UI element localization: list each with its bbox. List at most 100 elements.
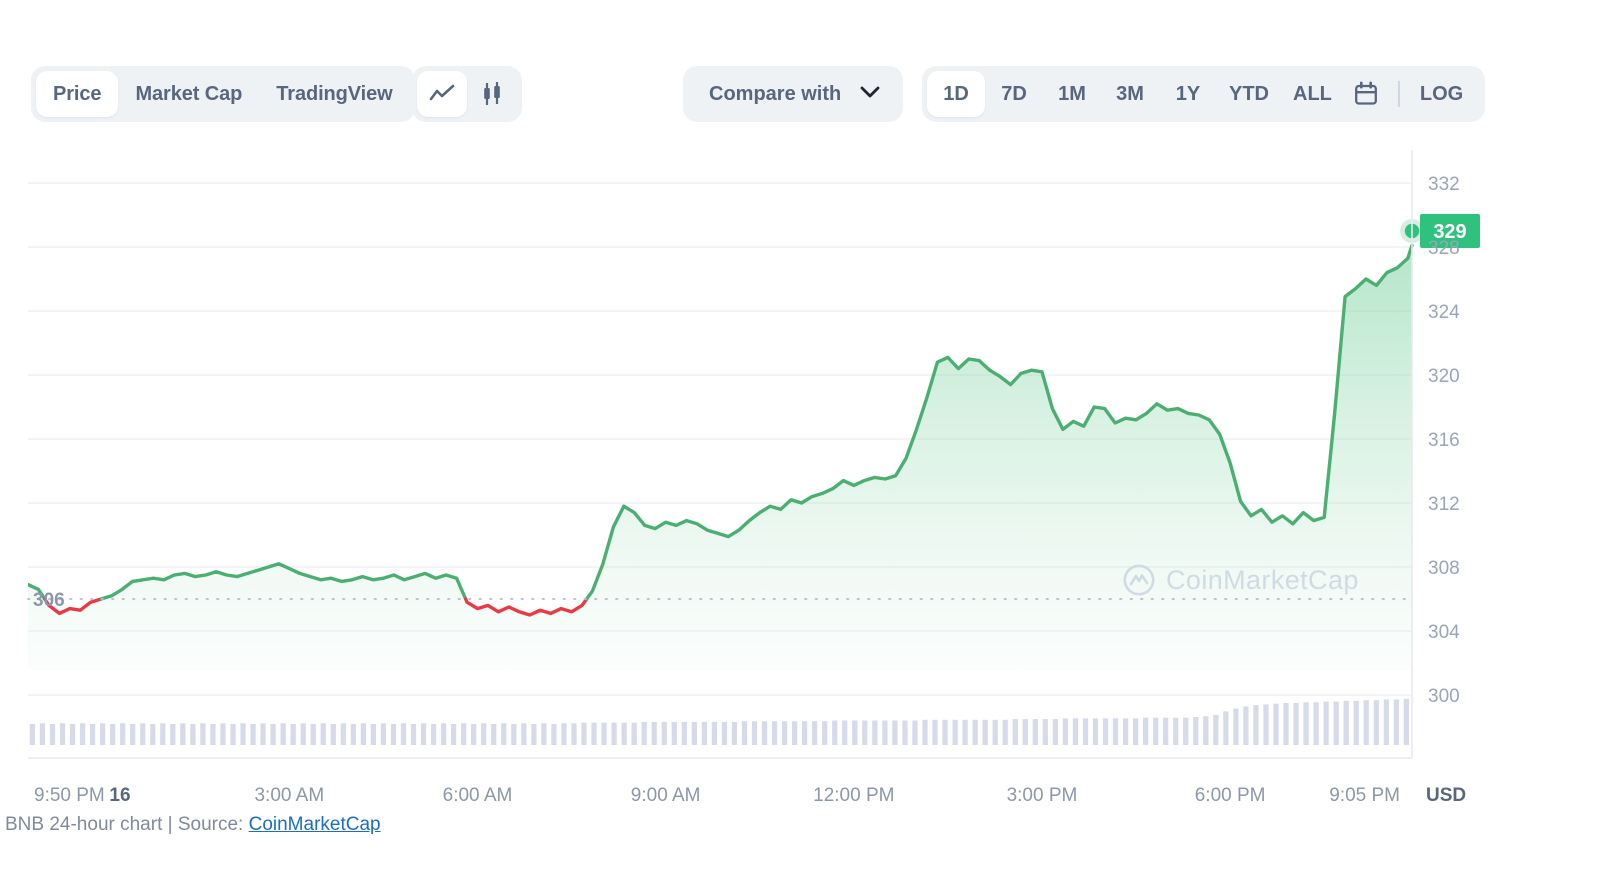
chart-toolbar: Price Market Cap TradingView Compare wit… <box>0 66 1600 136</box>
volume-bar <box>1303 702 1309 745</box>
volume-bar <box>89 724 96 745</box>
volume-bar <box>501 723 507 745</box>
coinmarketcap-source-link[interactable]: CoinMarketCap <box>249 814 381 835</box>
volume-bar <box>1333 701 1339 745</box>
candlestick-chart-icon[interactable] <box>467 71 517 117</box>
volume-bar <box>902 720 908 745</box>
compare-with-label: Compare with <box>709 82 842 105</box>
volume-bar <box>1032 719 1038 745</box>
volume-bar <box>1112 718 1119 745</box>
series-group <box>28 243 1414 670</box>
volume-bar <box>1243 706 1249 745</box>
volume-bar <box>661 721 667 745</box>
volume-bar <box>400 723 407 745</box>
tab-price[interactable]: Price <box>36 71 119 117</box>
volume-bar <box>1173 717 1179 745</box>
volume-bar <box>641 721 647 745</box>
y-axis-labels: 332 328 324 320 316 312 308 304 300 <box>1428 174 1460 707</box>
volume-bar <box>220 723 226 745</box>
volume-bar <box>761 721 768 745</box>
volume-bar <box>280 723 286 745</box>
volume-bar <box>180 723 186 745</box>
volume-bar <box>1163 717 1169 745</box>
volume-bar <box>1283 703 1289 745</box>
view-tab-group: Price Market Cap TradingView <box>31 66 415 122</box>
range-all[interactable]: ALL <box>1281 71 1344 117</box>
volume-bar <box>110 724 116 745</box>
volume-bar <box>1363 700 1369 745</box>
volume-bar <box>631 722 637 745</box>
volume-bar <box>240 723 246 745</box>
volume-bar <box>731 721 738 745</box>
volume-bar <box>79 723 86 745</box>
volume-bar <box>190 724 196 745</box>
y-axis-tick: 300 <box>1428 686 1460 707</box>
x-axis-tick: 3:00 PM <box>1007 785 1078 806</box>
volume-bar <box>1143 717 1149 745</box>
volume-bars <box>29 698 1409 745</box>
y-axis-tick: 320 <box>1428 366 1460 387</box>
range-ytd[interactable]: YTD <box>1217 71 1281 117</box>
volume-bar <box>541 723 547 745</box>
volume-bar <box>611 722 617 745</box>
volume-bar <box>771 721 778 745</box>
volume-bar <box>1062 718 1069 745</box>
volume-bar <box>651 721 657 745</box>
volume-bar <box>781 721 788 745</box>
range-1m[interactable]: 1M <box>1043 71 1101 117</box>
volume-bar <box>451 724 457 745</box>
range-1d[interactable]: 1D <box>927 71 985 117</box>
volume-bar <box>1343 700 1349 745</box>
x-axis-tick: 9:50 PM <box>34 785 105 806</box>
volume-bar <box>802 721 808 745</box>
volume-bar <box>410 724 417 745</box>
price-chart-svg[interactable]: CoinMarketCap 306 329 <box>0 150 1600 810</box>
y-axis-tick: 304 <box>1428 622 1460 643</box>
volume-bar <box>862 720 868 745</box>
range-1y[interactable]: 1Y <box>1159 71 1217 117</box>
x-axis-labels: 9:50 PM 16 3:00 AM 6:00 AM 9:00 AM 12:00 PM 3:… <box>34 785 1400 806</box>
volume-bar <box>812 721 818 745</box>
toolbar-divider <box>1397 81 1400 107</box>
volume-bar <box>892 720 898 745</box>
volume-bar <box>461 723 467 745</box>
volume-bar <box>982 719 988 745</box>
y-axis-tick: 312 <box>1428 494 1460 515</box>
volume-bar <box>852 720 858 745</box>
volume-bar <box>1183 717 1189 745</box>
chart-container: CoinMarketCap 306 329 <box>0 150 1600 810</box>
volume-bar <box>511 724 517 745</box>
line-chart-icon[interactable] <box>417 71 467 117</box>
volume-bar <box>1233 708 1239 745</box>
volume-bar <box>250 724 256 745</box>
volume-bar <box>1102 718 1109 745</box>
caption-prefix: BNB 24-hour chart | Source: <box>5 814 249 835</box>
volume-bar <box>681 721 687 745</box>
x-axis-tick: 16 <box>109 785 130 806</box>
volume-bar <box>1022 719 1028 745</box>
volume-bar <box>962 719 968 745</box>
volume-bar <box>842 720 848 745</box>
x-axis-tick: 3:00 AM <box>254 785 324 806</box>
volume-bar <box>711 721 717 745</box>
y-axis-tick: 328 <box>1428 238 1460 259</box>
x-axis-tick: 12:00 PM <box>813 785 894 806</box>
tab-market-cap[interactable]: Market Cap <box>118 71 259 117</box>
compare-with-dropdown[interactable]: Compare with <box>683 66 904 122</box>
volume-bar <box>701 721 707 745</box>
x-axis-tick: 9:00 AM <box>631 785 701 806</box>
chart-type-group <box>412 66 522 122</box>
volume-bar <box>1313 702 1319 745</box>
volume-bar <box>1082 718 1089 745</box>
range-3m[interactable]: 3M <box>1101 71 1159 117</box>
log-scale-button[interactable]: LOG <box>1410 71 1473 117</box>
volume-bar <box>1373 700 1379 745</box>
volume-bar <box>340 723 346 745</box>
volume-bar <box>872 720 878 745</box>
volume-bar <box>160 723 166 745</box>
tab-tradingview[interactable]: TradingView <box>259 71 409 117</box>
volume-bar <box>561 723 567 745</box>
volume-bar <box>551 724 557 745</box>
range-7d[interactable]: 7D <box>985 71 1043 117</box>
calendar-icon[interactable] <box>1344 71 1388 117</box>
